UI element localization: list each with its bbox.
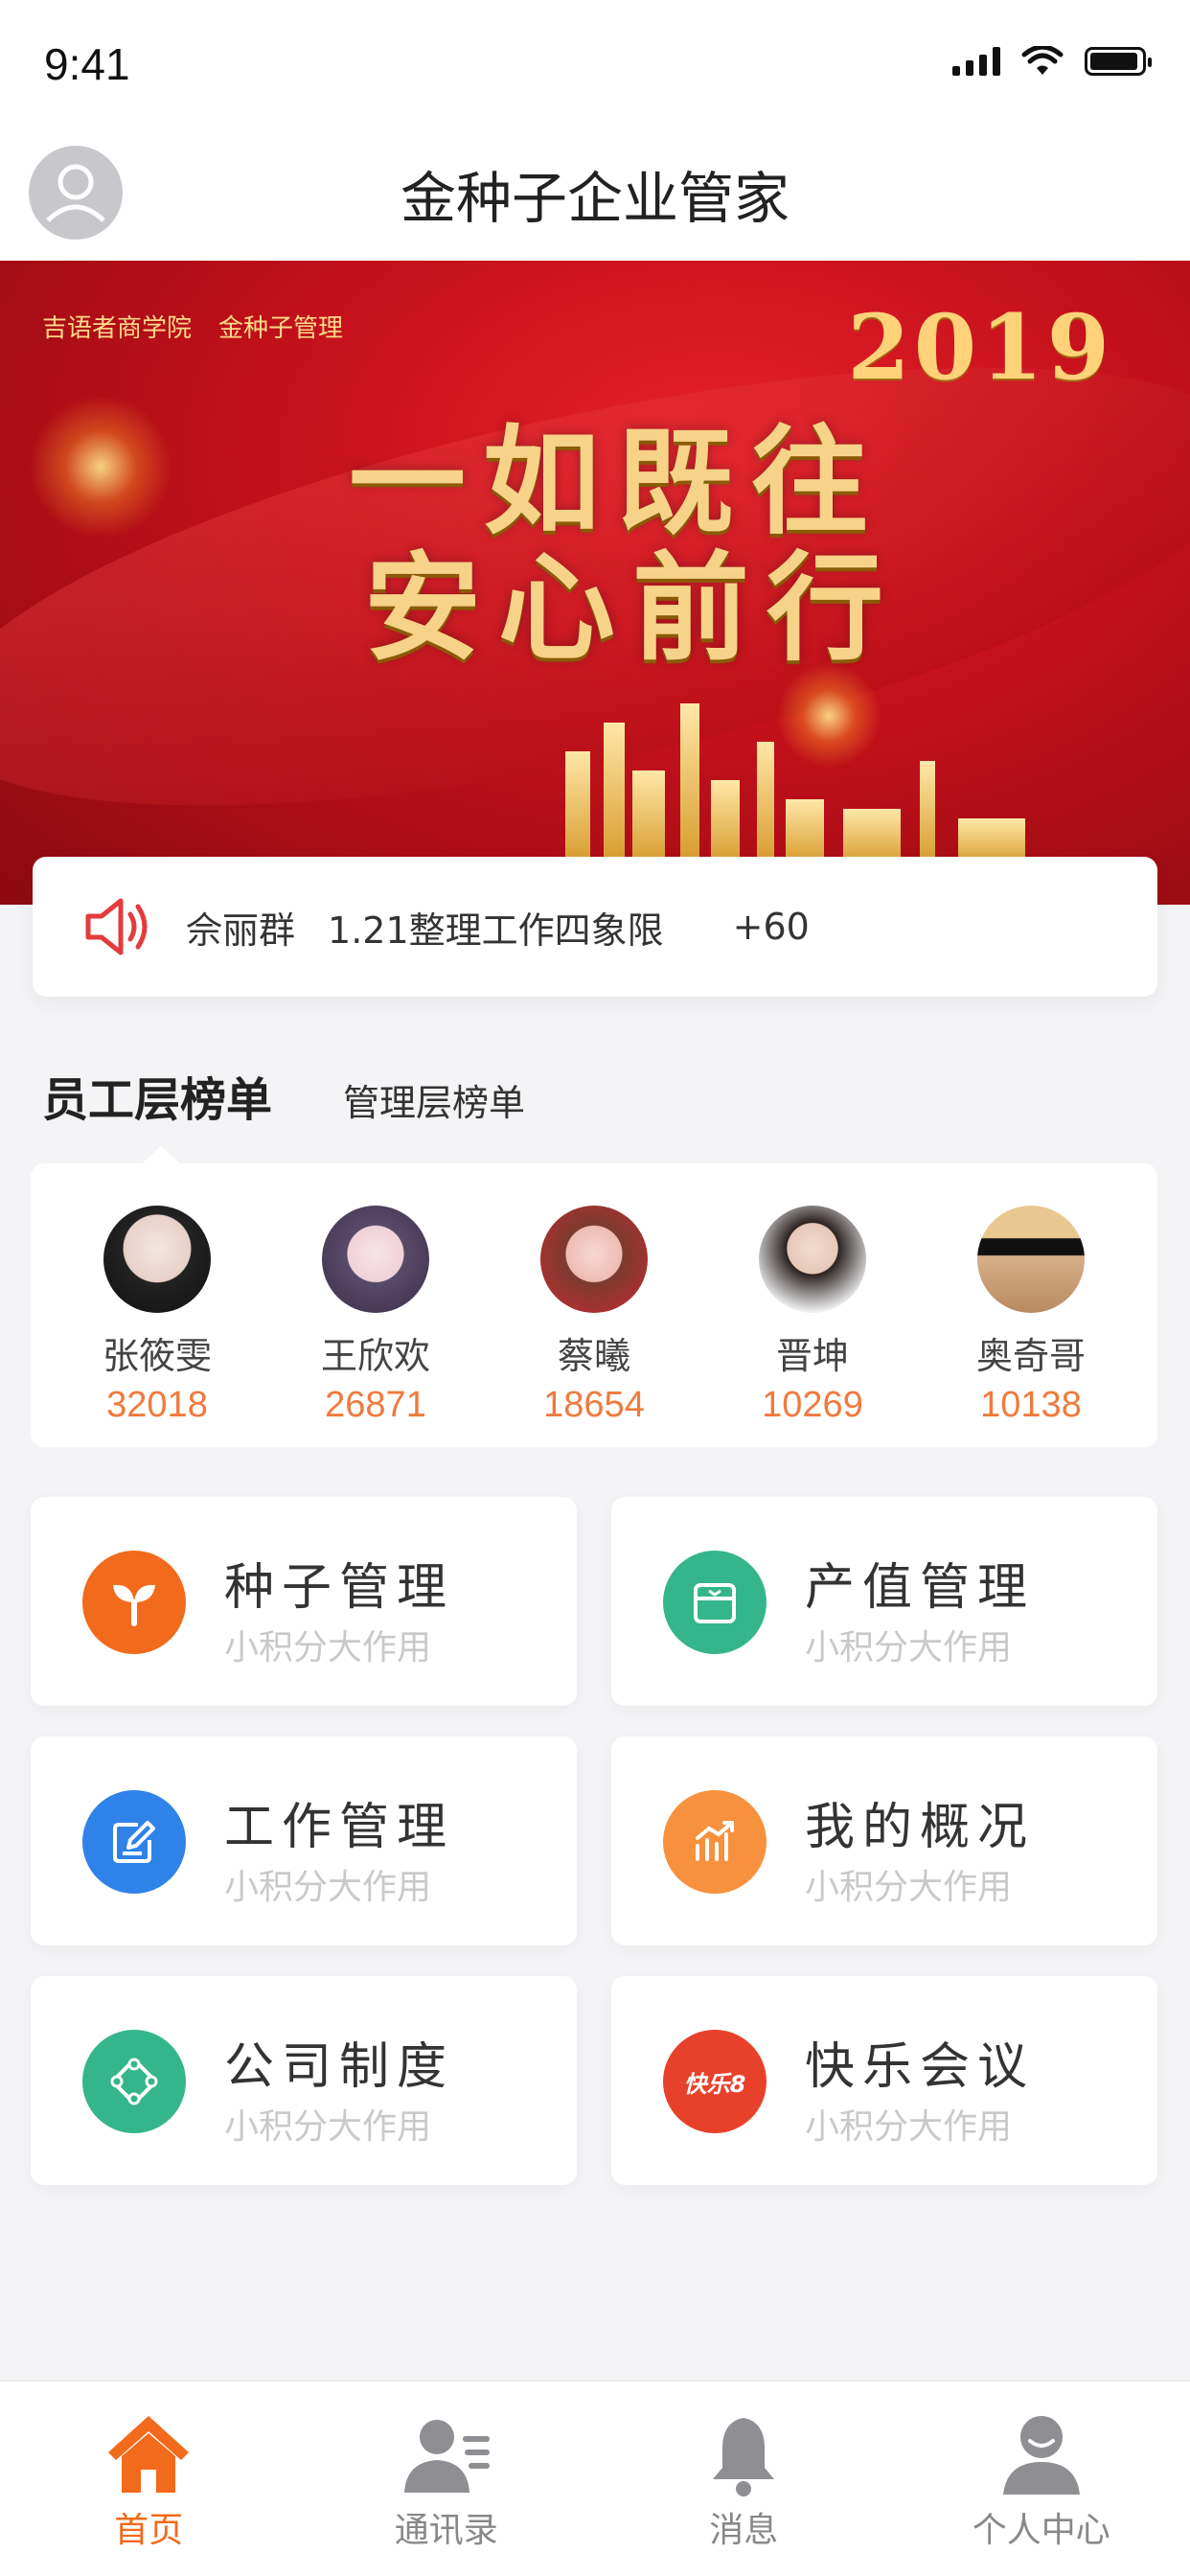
leaderboard-entry[interactable]: 晋坤 10269: [717, 1163, 908, 1447]
feature-subtitle: 小积分大作用: [224, 1868, 432, 1907]
promo-banner[interactable]: 吉语者商学院 金种子管理 2019 一如既往 安心前行: [0, 261, 1190, 905]
wifi-icon: [1021, 46, 1064, 75]
contacts-icon: [403, 2420, 490, 2493]
home-icon: [108, 2416, 190, 2493]
feature-company-policy[interactable]: 公司制度 小积分大作用: [31, 1976, 577, 2185]
tab-employee-ranking[interactable]: 员工层榜单: [42, 1062, 272, 1129]
tab-profile[interactable]: 个人中心: [893, 2381, 1190, 2576]
feature-output-management[interactable]: 产值管理 小积分大作用: [611, 1497, 1157, 1706]
avatar: [103, 1206, 211, 1313]
tab-label: 通讯录: [394, 2511, 498, 2550]
tab-label: 消息: [709, 2511, 779, 2550]
leaderboard-tabs: 员工层榜单 管理层榜单: [42, 1062, 525, 1129]
bottom-tab-bar: 首页 通讯录 消息 个人中心: [0, 2380, 1190, 2576]
feature-subtitle: 小积分大作用: [805, 2107, 1013, 2147]
leaderboard-name: 晋坤: [775, 1335, 849, 1377]
banner-year: 2019: [847, 295, 1113, 401]
feature-subtitle: 小积分大作用: [224, 1628, 432, 1668]
feature-title: 产值管理: [805, 1559, 1036, 1617]
battery-icon: [1085, 47, 1152, 76]
announcement-name: 佘丽群: [186, 908, 296, 952]
person-icon: [1002, 2416, 1080, 2495]
edit-icon: [82, 1790, 186, 1894]
leaderboard-entry[interactable]: 奥奇哥 10138: [935, 1163, 1127, 1447]
banner-logo-left: 吉语者商学院: [42, 314, 193, 343]
speaker-icon: [85, 898, 148, 955]
leaderboard-name: 蔡曦: [557, 1335, 630, 1377]
announcement-points: +60: [732, 906, 810, 948]
banner-logo-right: 金种子管理: [218, 314, 344, 343]
leaderboard-entry[interactable]: 蔡曦 18654: [498, 1163, 690, 1447]
feature-happy-meeting[interactable]: 快乐8 快乐会议 小积分大作用: [611, 1976, 1157, 2185]
policy-icon: [82, 2030, 186, 2133]
status-time: 9:41: [44, 39, 130, 89]
feature-my-overview[interactable]: 我的概况 小积分大作用: [611, 1736, 1157, 1945]
leaderboard-card: 张筱雯 32018 王欣欢 26871 蔡曦 18654 晋坤 10269 奥奇…: [31, 1163, 1157, 1447]
bell-icon: [713, 2418, 775, 2496]
tab-label: 首页: [114, 2511, 184, 2550]
tab-contacts[interactable]: 通讯录: [298, 2381, 596, 2576]
leaderboard-name: 奥奇哥: [975, 1335, 1086, 1377]
feature-title: 种子管理: [224, 1559, 455, 1617]
signal-icon: [952, 47, 1000, 76]
nav-bar: 金种子企业管家: [0, 126, 1190, 261]
banner-logos: 吉语者商学院 金种子管理: [42, 309, 343, 344]
feature-subtitle: 小积分大作用: [805, 1868, 1013, 1907]
tab-home[interactable]: 首页: [0, 2381, 298, 2576]
feature-title: 我的概况: [805, 1799, 1036, 1856]
meeting-icon: 快乐8: [663, 2030, 767, 2133]
avatar: [759, 1206, 866, 1313]
status-bar: 9:41: [0, 0, 1190, 126]
announcement-text: 1.21整理工作四象限: [328, 908, 664, 952]
tab-label: 个人中心: [972, 2511, 1110, 2550]
leaderboard-entry[interactable]: 王欣欢 26871: [280, 1163, 471, 1447]
feature-title: 快乐会议: [805, 2038, 1036, 2096]
leaderboard-score: 32018: [106, 1385, 208, 1425]
tab-management-ranking[interactable]: 管理层榜单: [343, 1073, 525, 1126]
active-tab-indicator: [140, 1146, 182, 1165]
tab-messages[interactable]: 消息: [595, 2381, 893, 2576]
seed-icon: [82, 1551, 186, 1654]
feature-title: 公司制度: [224, 2038, 455, 2096]
feature-subtitle: 小积分大作用: [805, 1628, 1013, 1668]
status-icons: [952, 46, 1152, 77]
leaderboard-score: 18654: [543, 1385, 645, 1425]
page-title: 金种子企业管家: [400, 166, 790, 231]
leaderboard-name: 王欣欢: [320, 1335, 430, 1377]
feature-work-management[interactable]: 工作管理 小积分大作用: [31, 1736, 577, 1945]
chart-icon: [663, 1790, 767, 1894]
avatar: [322, 1206, 429, 1313]
feature-title: 工作管理: [224, 1799, 455, 1856]
avatar: [540, 1206, 648, 1313]
announcement-bar[interactable]: 佘丽群 1.21整理工作四象限 +60: [33, 857, 1157, 997]
city-skyline-decoration: [441, 684, 1188, 866]
feature-subtitle: 小积分大作用: [224, 2107, 432, 2147]
leaderboard-score: 26871: [325, 1385, 426, 1425]
leaderboard-name: 张筱雯: [102, 1335, 212, 1377]
box-icon: [663, 1551, 767, 1654]
meeting-badge: 快乐8: [683, 2070, 746, 2098]
leaderboard-score: 10269: [762, 1385, 863, 1425]
leaderboard-entry[interactable]: 张筱雯 32018: [61, 1163, 253, 1447]
avatar: [977, 1206, 1085, 1313]
leaderboard-score: 10138: [980, 1385, 1082, 1425]
banner-slogan-line2: 安心前行: [364, 539, 901, 677]
firework-decoration: [29, 395, 172, 539]
feature-seed-management[interactable]: 种子管理 小积分大作用: [31, 1497, 577, 1706]
